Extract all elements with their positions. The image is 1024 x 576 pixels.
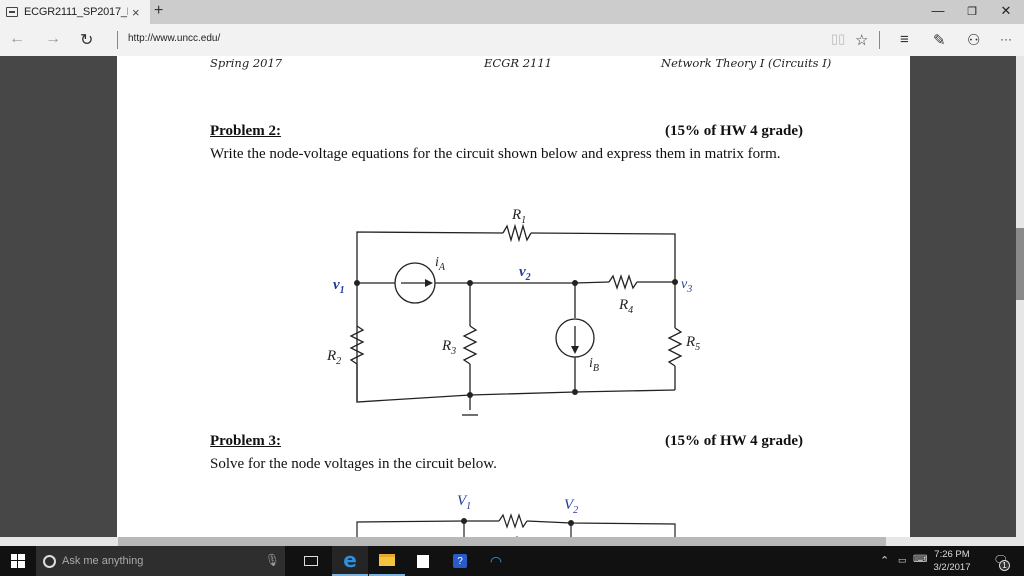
minimize-button[interactable]: — [928, 3, 948, 18]
system-clock[interactable]: 7:26 PM 3/2/2017 [930, 548, 974, 574]
svg-text:R3: R3 [441, 338, 456, 357]
document-page: Spring 2017 ECGR 2111 Network Theory I (… [117, 56, 910, 537]
document-icon [6, 7, 18, 17]
dolphin-icon: ◠ [489, 552, 503, 569]
problem-3-text: Solve for the node voltages in the circu… [210, 456, 497, 472]
resistor-10k [498, 513, 528, 529]
taskbar-app[interactable]: ◠ [478, 546, 514, 576]
task-view-icon [304, 556, 318, 566]
show-hidden-icons[interactable]: ⌃ [880, 554, 889, 567]
windows-logo-icon [11, 554, 25, 568]
problem-3-circuit: V1 V2 10 kΩ [356, 493, 676, 537]
vertical-scrollbar[interactable] [1016, 56, 1024, 537]
favorite-star-icon[interactable]: ☆ [855, 31, 868, 49]
svg-text:R1: R1 [511, 207, 526, 226]
problem-2-circuit: R1 iA v2 v1 v3 R4 R2 R3 iB R5 [326, 207, 700, 416]
taskbar-edge[interactable]: e [332, 546, 368, 576]
web-note-icon[interactable]: ✎ [933, 31, 946, 49]
refresh-button[interactable]: ↻ [80, 30, 93, 50]
task-view-button[interactable] [293, 546, 329, 576]
svg-text:R4: R4 [618, 297, 633, 316]
tab-title: ECGR2111_SP2017_HW [24, 6, 128, 18]
microphone-icon[interactable]: 🎙 [265, 553, 280, 567]
header-course: ECGR 2111 [484, 56, 552, 70]
help-icon: ? [453, 554, 467, 568]
clock-time: 7:26 PM [934, 549, 970, 560]
resistor-r5 [667, 327, 683, 367]
resistor-r4 [608, 273, 638, 291]
new-tab-button[interactable]: + [154, 2, 163, 20]
clock-date: 3/2/2017 [933, 562, 971, 573]
restore-button[interactable]: ❐ [962, 5, 982, 18]
close-window-button[interactable]: ✕ [996, 3, 1016, 19]
title-bar: ECGR2111_SP2017_HW × + — ❐ ✕ [0, 0, 1024, 24]
taskbar-store[interactable] [405, 546, 441, 576]
horizontal-scrollbar[interactable] [0, 537, 1024, 546]
vertical-scroll-thumb[interactable] [1016, 228, 1024, 300]
back-button[interactable]: ← [9, 30, 25, 48]
browser-tab[interactable]: ECGR2111_SP2017_HW × [0, 0, 150, 24]
navigation-bar: ← → ↻ http://www.uncc.edu/ ▯▯ ☆ ≡ ✎ ⚇ ··… [0, 24, 1024, 56]
horizontal-scroll-thumb[interactable] [118, 537, 886, 546]
resistor-r3 [462, 325, 478, 365]
resistor-r1 [502, 223, 532, 243]
problem-2-text: Write the node-voltage equations for the… [210, 146, 781, 162]
svg-text:R5: R5 [685, 334, 700, 353]
keyboard-icon[interactable]: ⌨ [913, 554, 927, 565]
svg-text:V2: V2 [564, 497, 578, 516]
battery-icon[interactable]: ▭ [898, 555, 907, 566]
start-button[interactable] [0, 546, 36, 576]
store-icon [417, 554, 429, 568]
svg-text:v1: v1 [333, 277, 345, 296]
problem-3-title: Problem 3: [210, 433, 281, 449]
share-icon[interactable]: ⚇ [967, 31, 980, 49]
problem-3-grade: (15% of HW 4 grade) [665, 433, 804, 449]
svg-text:v3: v3 [681, 277, 692, 295]
taskbar: Ask me anything 🎙 e ? ◠ ⌃ ▭ ⌨ 7:26 PM 3/… [0, 546, 1024, 576]
svg-text:V1: V1 [457, 493, 471, 512]
header-semester: Spring 2017 [210, 56, 283, 70]
reading-view-icon[interactable]: ▯▯ [831, 31, 845, 47]
hub-icon[interactable]: ≡ [900, 31, 909, 48]
divider [879, 31, 880, 49]
folder-icon [379, 554, 395, 566]
document-viewport[interactable]: Spring 2017 ECGR 2111 Network Theory I (… [0, 56, 1016, 537]
cortana-search-box[interactable]: Ask me anything 🎙 [36, 546, 285, 576]
problem-2-grade: (15% of HW 4 grade) [665, 123, 804, 139]
more-icon[interactable]: ··· [1000, 32, 1012, 46]
taskbar-help[interactable]: ? [442, 546, 478, 576]
svg-text:v2: v2 [519, 264, 531, 283]
close-tab-icon[interactable]: × [132, 5, 140, 20]
taskbar-file-explorer[interactable] [369, 546, 405, 576]
svg-text:iB: iB [589, 356, 599, 374]
header-course-name: Network Theory I (Circuits I) [661, 56, 832, 70]
cortana-icon [43, 554, 56, 568]
problem-2-title: Problem 2: [210, 123, 281, 139]
svg-text:iA: iA [435, 255, 446, 273]
search-placeholder: Ask me anything [62, 555, 144, 567]
address-bar[interactable]: http://www.uncc.edu/ [128, 33, 220, 44]
forward-button[interactable]: → [45, 30, 61, 48]
edge-icon: e [343, 548, 357, 572]
divider [117, 31, 118, 49]
svg-text:R2: R2 [326, 348, 341, 367]
notification-badge: 1 [999, 560, 1010, 571]
